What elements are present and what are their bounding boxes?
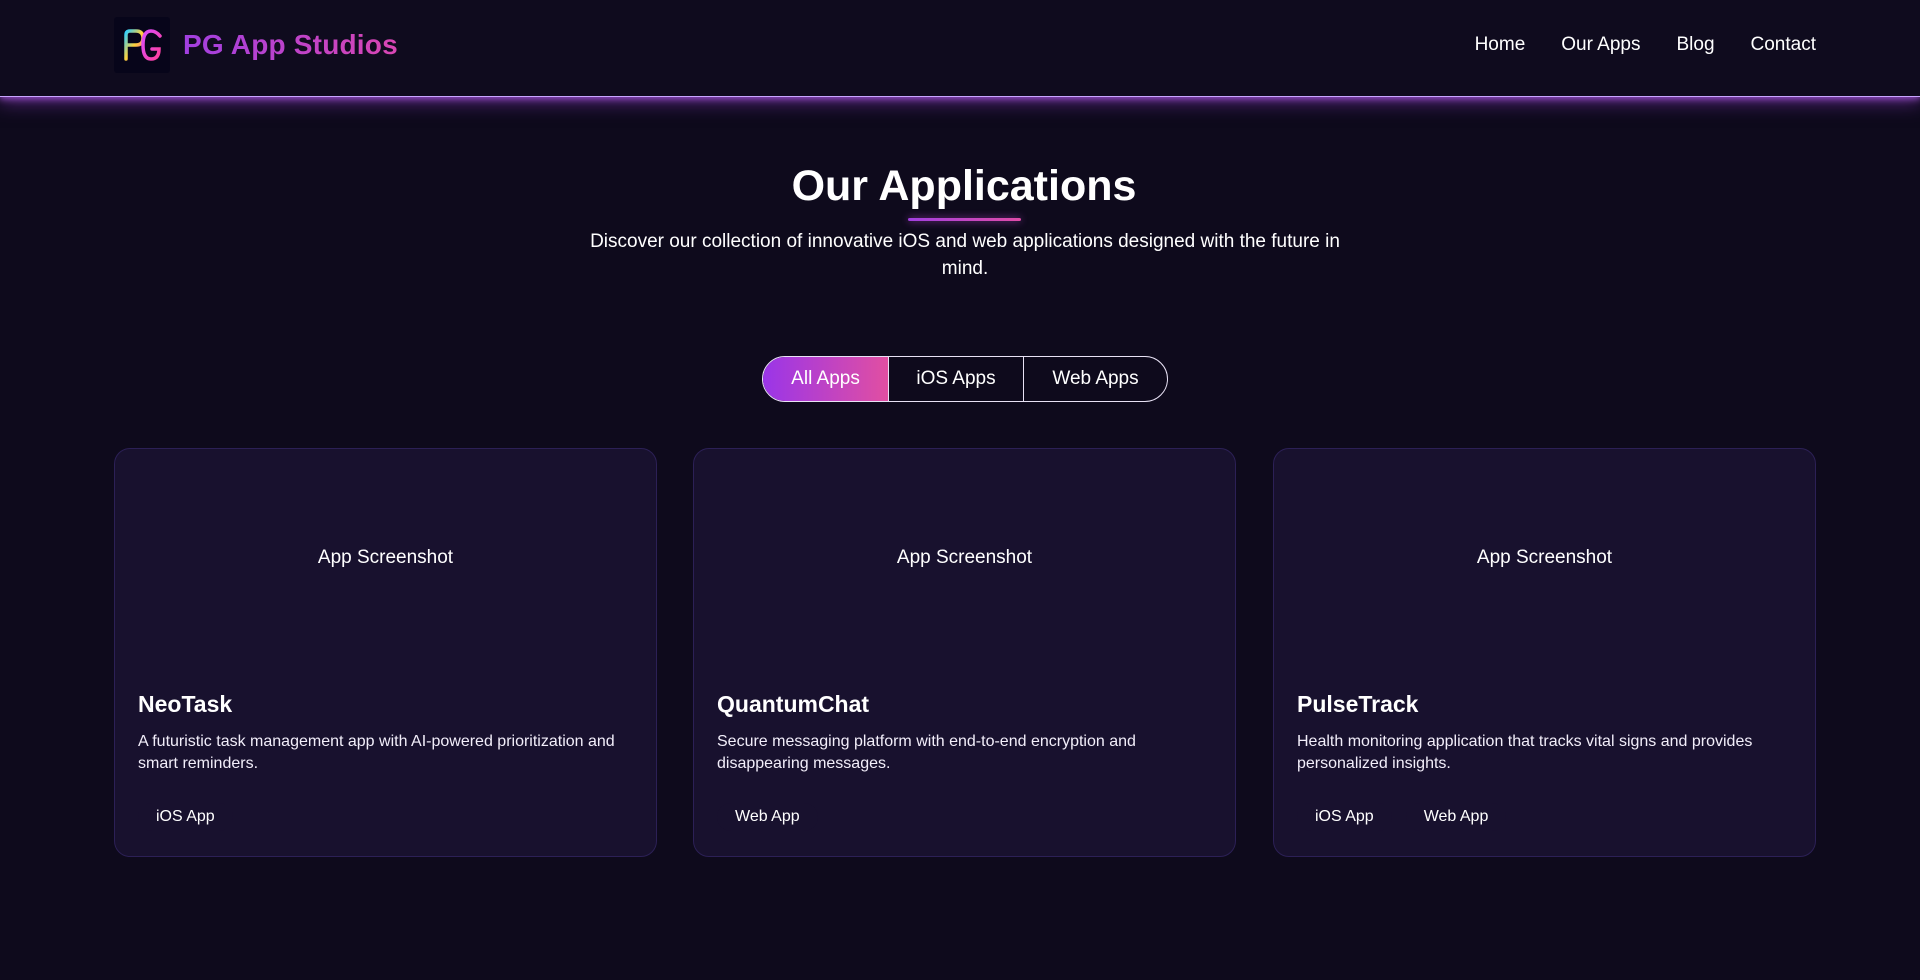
app-tags: Web App [717,803,818,831]
app-screenshot-placeholder: App Screenshot [896,547,1033,568]
app-description: Secure messaging platform with end-to-en… [717,733,1136,772]
app-description: Health monitoring application that track… [1297,733,1753,772]
logo[interactable] [114,17,170,73]
site-header: PG App Studios Home Our Apps Blog Contac… [0,0,1920,97]
filter-ios-apps[interactable]: iOS Apps [889,357,1024,401]
app-screenshot-placeholder: App Screenshot [317,547,454,568]
platform-tag: Web App [1405,803,1507,831]
app-name: QuantumChat [717,691,870,717]
brand-name[interactable]: PG App Studios [183,29,398,61]
app-card-neotask[interactable]: App Screenshot NeoTask A futuristic task… [114,448,657,857]
nav-contact[interactable]: Contact [1751,34,1816,56]
title-underline [908,218,1021,221]
app-name: NeoTask [138,691,233,717]
app-card-quantumchat[interactable]: App Screenshot QuantumChat Secure messag… [693,448,1236,857]
filter-web-apps[interactable]: Web Apps [1024,357,1167,401]
pg-logo-icon [124,29,162,61]
app-filter-group: All Apps iOS Apps Web Apps [762,356,1168,402]
app-tags: iOS App [138,803,233,831]
app-screenshot-placeholder: App Screenshot [1476,547,1613,568]
platform-tag: Web App [717,803,818,831]
nav-our-apps[interactable]: Our Apps [1561,34,1640,56]
page-subtitle: Discover our collection of innovative iO… [590,231,1340,279]
nav-blog[interactable]: Blog [1676,34,1714,56]
platform-tag: iOS App [138,803,233,831]
app-card-pulsetrack[interactable]: App Screenshot PulseTrack Health monitor… [1273,448,1816,857]
nav-home[interactable]: Home [1475,34,1526,56]
app-name: PulseTrack [1297,691,1419,717]
app-tags: iOS App Web App [1297,803,1507,831]
main-nav: Home Our Apps Blog Contact [1475,34,1816,56]
filter-all-apps[interactable]: All Apps [763,357,889,401]
app-description: A futuristic task management app with AI… [138,733,615,772]
platform-tag: iOS App [1297,803,1392,831]
page-title: Our Applications [791,162,1137,210]
